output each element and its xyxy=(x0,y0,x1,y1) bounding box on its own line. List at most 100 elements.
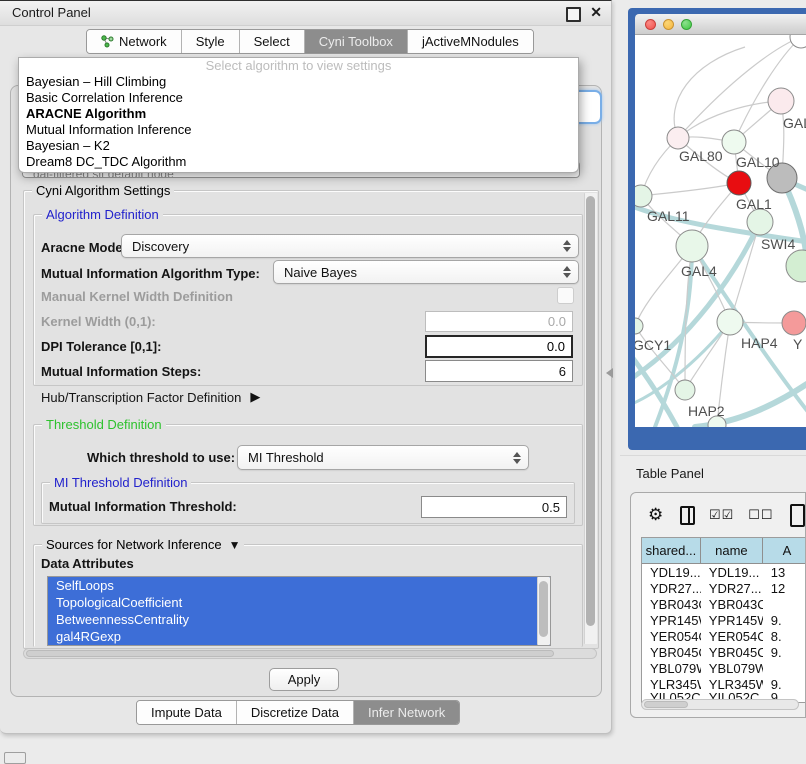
node-hap2[interactable] xyxy=(675,380,695,400)
node-label: GAL4 xyxy=(681,263,717,279)
edge xyxy=(641,183,739,196)
list-item[interactable]: TopologicalCoefficient xyxy=(48,594,550,611)
aracne-mode-combo[interactable]: Discovery xyxy=(121,234,579,258)
dropdown-item[interactable]: Bayesian – Hill Climbing xyxy=(19,74,578,90)
float-window-icon[interactable] xyxy=(566,7,581,22)
node-gal4[interactable] xyxy=(676,230,708,262)
cell: YDR27... xyxy=(642,581,701,596)
cell: YDL19... xyxy=(701,565,763,580)
deselect-all-checkboxes-icon[interactable]: ☐☐ xyxy=(748,507,773,523)
node-gal1[interactable] xyxy=(727,171,751,195)
table-panel-bar: Table Panel xyxy=(620,455,806,490)
node-gal80[interactable] xyxy=(667,127,689,149)
settings-hscrollbar-track[interactable] xyxy=(23,648,597,659)
close-icon[interactable]: ✕ xyxy=(590,4,602,21)
network-graph: GAL GAL80 GAL10 GAL1 GAL11 SWI4 GAL4 GCY… xyxy=(635,35,806,427)
node-green-right[interactable] xyxy=(786,250,806,282)
settings-hscrollbar-thumb[interactable] xyxy=(26,650,554,657)
network-window-titlebar xyxy=(635,14,806,35)
node-gal11[interactable] xyxy=(635,185,652,207)
apply-button[interactable]: Apply xyxy=(269,668,339,691)
node-gcy1[interactable] xyxy=(635,318,643,334)
table-row[interactable]: YBR043C YBR043C xyxy=(642,596,806,612)
table-row[interactable]: YDR27... YDR27... 12 xyxy=(642,580,806,596)
node-hap4[interactable] xyxy=(717,309,743,335)
dropdown-item-selected[interactable]: ARACNE Algorithm xyxy=(19,106,578,122)
minimized-panel-icon[interactable] xyxy=(4,752,26,764)
tab-label: Select xyxy=(254,34,290,49)
list-scrollbar-thumb[interactable] xyxy=(539,581,548,637)
kernel-width-field[interactable]: 0.0 xyxy=(425,311,573,332)
stepper-icon xyxy=(562,266,571,278)
table-row[interactable]: YPR145W YPR145W 9. xyxy=(642,612,806,628)
manual-kernel-checkbox[interactable] xyxy=(557,287,574,304)
expander-down-icon[interactable]: ▼ xyxy=(229,538,241,552)
tab-infer-network[interactable]: Infer Network xyxy=(353,701,459,724)
column-header[interactable]: shared... xyxy=(642,538,701,564)
dropdown-item[interactable]: Basic Correlation Inference xyxy=(19,90,578,106)
node-gal10[interactable] xyxy=(722,130,746,154)
mi-threshold-value: 0.5 xyxy=(542,500,560,515)
node-gal-partial[interactable] xyxy=(768,88,794,114)
cell: 8. xyxy=(763,629,806,644)
cell: 9. xyxy=(763,645,806,660)
network-view-window: GAL GAL80 GAL10 GAL1 GAL11 SWI4 GAL4 GCY… xyxy=(628,8,806,450)
gear-icon[interactable]: ⚙ xyxy=(648,505,663,525)
dpi-tolerance-field[interactable]: 0.0 xyxy=(425,335,573,358)
network-canvas[interactable]: GAL GAL80 GAL10 GAL1 GAL11 SWI4 GAL4 GCY… xyxy=(635,35,806,427)
group-title: Algorithm Definition xyxy=(42,207,163,222)
table-row[interactable]: YER054C YER054C 8. xyxy=(642,628,806,644)
table-row[interactable]: YLR345W YLR345W 9. xyxy=(642,676,806,692)
list-scrollbar-track[interactable] xyxy=(537,577,550,645)
tab-discretize-data[interactable]: Discretize Data xyxy=(236,701,353,724)
column-header[interactable]: name xyxy=(701,538,763,564)
manual-kernel-label: Manual Kernel Width Definition xyxy=(41,289,233,304)
column-header[interactable]: A xyxy=(763,538,806,564)
dropdown-item[interactable]: Dream8 DC_TDC Algorithm xyxy=(19,154,578,170)
cell: 9. xyxy=(763,677,806,692)
tab-jactivemnodules[interactable]: jActiveMNodules xyxy=(407,30,533,53)
dropdown-item[interactable]: Bayesian – K2 xyxy=(19,138,578,154)
mi-type-combo[interactable]: Naive Bayes xyxy=(273,260,579,284)
zoom-traffic-light[interactable] xyxy=(681,19,692,30)
panel-splitter-handle[interactable] xyxy=(606,368,613,378)
tab-impute-data[interactable]: Impute Data xyxy=(137,701,236,724)
group-title: Cyni Algorithm Settings xyxy=(32,183,174,198)
table-toolbar: ⚙ ☑☑ ☐☐ xyxy=(631,501,805,529)
table-row[interactable]: YBR045C YBR045C 9. xyxy=(642,644,806,660)
mi-threshold-field[interactable]: 0.5 xyxy=(421,496,567,518)
which-threshold-combo[interactable]: MI Threshold xyxy=(237,445,529,470)
node-label: SWI4 xyxy=(761,236,795,252)
tab-label: Style xyxy=(196,34,225,49)
settings-scrollbar-thumb[interactable] xyxy=(586,196,595,626)
tab-style[interactable]: Style xyxy=(181,30,239,53)
group-title-wrap: Sources for Network Inference ▼ xyxy=(42,537,244,552)
settings-scrollbar-track[interactable] xyxy=(584,193,597,644)
table-row[interactable]: YDL19... YDL19... 13 xyxy=(642,564,806,580)
table-hscrollbar-thumb[interactable] xyxy=(644,701,688,708)
apply-label: Apply xyxy=(288,672,321,687)
mi-steps-field[interactable]: 6 xyxy=(425,360,573,382)
node-label: GAL11 xyxy=(647,208,690,224)
tab-select[interactable]: Select xyxy=(239,30,304,53)
mi-threshold-label: Mutual Information Threshold: xyxy=(49,499,237,514)
data-attributes-list: SelfLoops TopologicalCoefficient Between… xyxy=(47,576,551,646)
table-hscrollbar-track[interactable] xyxy=(641,699,799,710)
list-item[interactable]: gal4RGexp xyxy=(48,628,550,645)
select-all-checkboxes-icon[interactable]: ☑☑ xyxy=(709,507,734,523)
close-traffic-light[interactable] xyxy=(645,19,656,30)
cell: YBR043C xyxy=(701,597,763,612)
cell: YER054C xyxy=(701,629,763,644)
list-item[interactable]: BetweennessCentrality xyxy=(48,611,550,628)
minimize-traffic-light[interactable] xyxy=(663,19,674,30)
document-icon[interactable] xyxy=(790,504,805,527)
table-row[interactable]: YBL079W YBL079W xyxy=(642,660,806,676)
node-salmon[interactable] xyxy=(782,311,806,335)
list-item[interactable]: SelfLoops xyxy=(48,577,550,594)
tab-cyni-toolbox[interactable]: Cyni Toolbox xyxy=(304,30,407,53)
split-columns-icon[interactable] xyxy=(680,506,695,525)
dropdown-item[interactable]: Mutual Information Inference xyxy=(19,122,578,138)
tab-network[interactable]: Network xyxy=(87,30,181,53)
hub-factor-expander[interactable]: Hub/Transcription Factor Definition ▶ xyxy=(41,389,260,405)
node-swi4[interactable] xyxy=(747,209,773,235)
